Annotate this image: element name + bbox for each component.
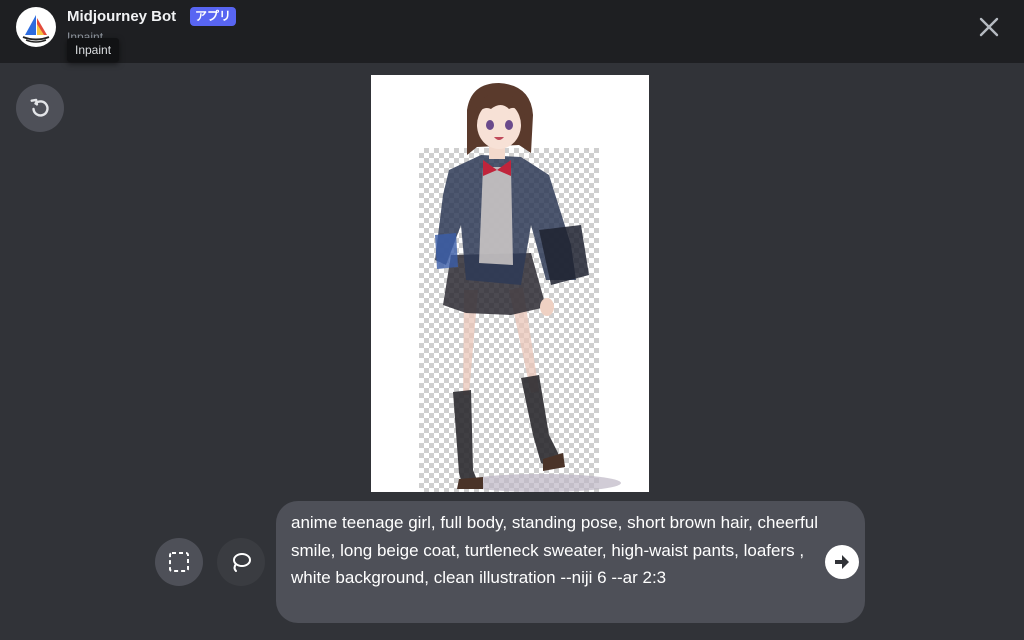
- rectangle-select-icon: [169, 552, 189, 572]
- inpaint-tooltip: Inpaint: [67, 38, 120, 62]
- close-icon: [979, 17, 999, 37]
- prompt-input[interactable]: anime teenage girl, full body, standing …: [276, 501, 865, 623]
- character-illustration: [435, 83, 621, 492]
- prompt-text[interactable]: anime teenage girl, full body, standing …: [291, 509, 821, 592]
- app-badge: アプリ: [190, 7, 237, 26]
- bot-avatar[interactable]: [16, 7, 56, 47]
- top-bar: Midjourney Bot アプリ Inpaint Inpaint: [0, 0, 1024, 63]
- send-button[interactable]: [825, 545, 859, 579]
- send-arrow-icon: [835, 555, 849, 569]
- undo-icon: [30, 98, 49, 117]
- lasso-icon: [233, 553, 251, 572]
- sailboat-icon: [22, 15, 50, 43]
- bot-name[interactable]: Midjourney Bot: [67, 8, 176, 26]
- undo-button[interactable]: [16, 84, 64, 132]
- rectangle-select-button[interactable]: [155, 538, 203, 586]
- close-button[interactable]: [976, 14, 1002, 40]
- inpaint-canvas[interactable]: [371, 75, 649, 492]
- lasso-select-button[interactable]: [217, 538, 265, 586]
